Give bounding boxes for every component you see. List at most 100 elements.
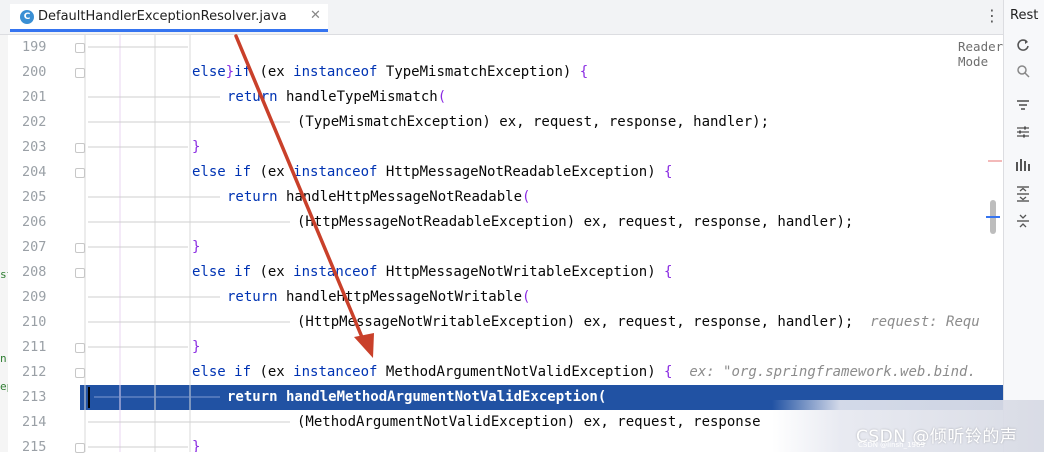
line-number: 214 (22, 414, 47, 430)
line-number: 204 (22, 164, 47, 180)
reader-mode-button[interactable]: Reader Mode (958, 39, 1003, 69)
expand-icon[interactable] (1013, 186, 1033, 204)
code-line-209[interactable]: return handleHttpMessageNotWritable( (227, 285, 530, 310)
right-tool-window: Rest (1003, 0, 1044, 452)
code-text: (ex (259, 264, 294, 280)
code-line-207[interactable]: } (192, 235, 200, 260)
fold-marker-icon[interactable] (75, 268, 85, 278)
method-call: handleTypeMismatch (277, 89, 438, 105)
code-line-202[interactable]: (TypeMismatchException) ex, request, res… (297, 110, 769, 135)
line-number: 209 (22, 289, 47, 305)
text-caret (88, 387, 90, 408)
code-text: TypeMismatchException) (377, 64, 580, 80)
code-text: (ex (259, 64, 294, 80)
fold-marker-icon[interactable] (75, 43, 85, 53)
code-text: (ex (259, 364, 294, 380)
method-call: handleHttpMessageNotReadable (277, 189, 523, 205)
keyword-return: return (227, 189, 278, 205)
code-line-212[interactable]: else if (ex instanceof MethodArgumentNot… (192, 360, 976, 385)
code-line-200[interactable]: else if (ex instanceof TypeMismatchExcep… (192, 60, 588, 85)
code-line-199[interactable]: } (192, 35, 234, 80)
fold-marker-icon[interactable] (75, 368, 85, 378)
opening-brace: { (664, 164, 673, 180)
code-line-210[interactable]: (HttpMessageNotWritableException) ex, re… (297, 310, 980, 335)
open-paren: ( (522, 289, 531, 305)
closing-brace: } (192, 139, 201, 155)
tab-default-handler-exception-resolver[interactable]: C DefaultHandlerExceptionResolver.java ✕ (10, 4, 328, 32)
collapse-icon[interactable] (1013, 213, 1033, 231)
line-number: 203 (22, 139, 47, 155)
code-text: (ex (259, 164, 294, 180)
keyword-else: else (192, 264, 226, 280)
fold-marker-icon[interactable] (75, 343, 85, 353)
tab-label: DefaultHandlerExceptionResolver.java (38, 9, 287, 24)
keyword-instanceof: instanceof (293, 64, 378, 80)
keyword-if: if (234, 164, 252, 180)
filter-icon[interactable] (1013, 98, 1033, 116)
keyword-if: if (234, 64, 252, 80)
line-number: 206 (22, 214, 47, 230)
code-line-205[interactable]: return handleHttpMessageNotReadable( (227, 185, 530, 210)
line-number: 215 (22, 439, 47, 455)
fold-marker-icon[interactable] (75, 68, 85, 78)
code-line-204[interactable]: else if (ex instanceof HttpMessageNotRea… (192, 160, 672, 185)
open-paren: ( (437, 89, 447, 105)
code-editor[interactable]: } else if (ex instanceof TypeMismatchExc… (80, 35, 1003, 452)
line-number: 202 (22, 114, 47, 130)
closing-brace: } (192, 239, 201, 255)
settings-sliders-icon[interactable] (1013, 125, 1033, 143)
more-options-icon[interactable]: ⋮ (984, 6, 1000, 25)
fold-marker-icon[interactable] (75, 168, 85, 178)
line-number: 205 (22, 189, 47, 205)
line-number: 199 (22, 39, 47, 55)
refresh-icon[interactable] (1013, 38, 1033, 56)
opening-brace: { (664, 264, 673, 280)
keyword-else: else (192, 164, 226, 180)
caret-position-mark (986, 216, 1000, 218)
code-line-203[interactable]: } (192, 135, 200, 160)
line-number: 208 (22, 264, 47, 280)
code-text: (HttpMessageNotWritableException) ex, re… (297, 314, 854, 330)
inline-debug-hint: request: Requ (853, 314, 980, 330)
keyword-else: else (192, 364, 226, 380)
inline-debug-hint: ex: "org.springframework.web.bind. (672, 364, 976, 380)
fold-marker-icon[interactable] (75, 243, 85, 253)
line-number: 212 (22, 364, 47, 380)
keyword-instanceof: instanceof (293, 164, 378, 180)
code-line-211[interactable]: } (192, 335, 200, 360)
error-stripe-mark[interactable] (988, 160, 1002, 162)
opening-brace: { (579, 64, 589, 80)
code-line-201[interactable]: return handleTypeMismatch( (227, 85, 446, 110)
code-text: HttpMessageNotReadableException) (377, 164, 665, 180)
code-line-215[interactable]: } (192, 435, 200, 452)
current-execution-line: return handleMethodArgumentNotValidExcep… (227, 389, 607, 405)
editor-tab-bar: C DefaultHandlerExceptionResolver.java ✕… (0, 0, 1003, 35)
line-number: 211 (22, 339, 47, 355)
line-number: 213 (22, 389, 47, 405)
closing-brace: } (192, 339, 201, 355)
code-text: (HttpMessageNotReadableException) ex, re… (297, 214, 854, 230)
keyword-else: else (192, 64, 226, 80)
side-mark: n (0, 352, 7, 365)
line-number: 210 (22, 314, 47, 330)
keyword-return: return (227, 289, 278, 305)
search-icon[interactable] (1013, 64, 1033, 82)
code-line-208[interactable]: else if (ex instanceof HttpMessageNotWri… (192, 260, 672, 285)
rest-panel-title[interactable]: Rest (1010, 8, 1038, 23)
code-text: MethodArgumentNotValidException) (377, 364, 665, 380)
open-paren: ( (522, 189, 531, 205)
code-line-213[interactable]: return handleMethodArgumentNotValidExcep… (227, 385, 606, 410)
code-line-206[interactable]: (HttpMessageNotReadableException) ex, re… (297, 210, 853, 235)
code-text: (MethodArgumentNotValidException) ex, re… (297, 414, 761, 430)
line-number: 200 (22, 64, 47, 80)
bar-chart-icon[interactable] (1013, 158, 1033, 176)
keyword-if: if (234, 364, 252, 380)
line-number: 207 (22, 239, 47, 255)
keyword-return: return (227, 89, 278, 105)
close-icon[interactable]: ✕ (310, 8, 321, 23)
line-number-gutter[interactable]: 199 200 201 202 203 204 205 206 207 208 … (8, 35, 80, 455)
csdn-watermark-sub: CSDN @linsh_1969 (858, 441, 925, 449)
fold-marker-icon[interactable] (75, 143, 85, 153)
code-line-214[interactable]: (MethodArgumentNotValidException) ex, re… (297, 410, 761, 435)
line-number: 201 (22, 89, 47, 105)
